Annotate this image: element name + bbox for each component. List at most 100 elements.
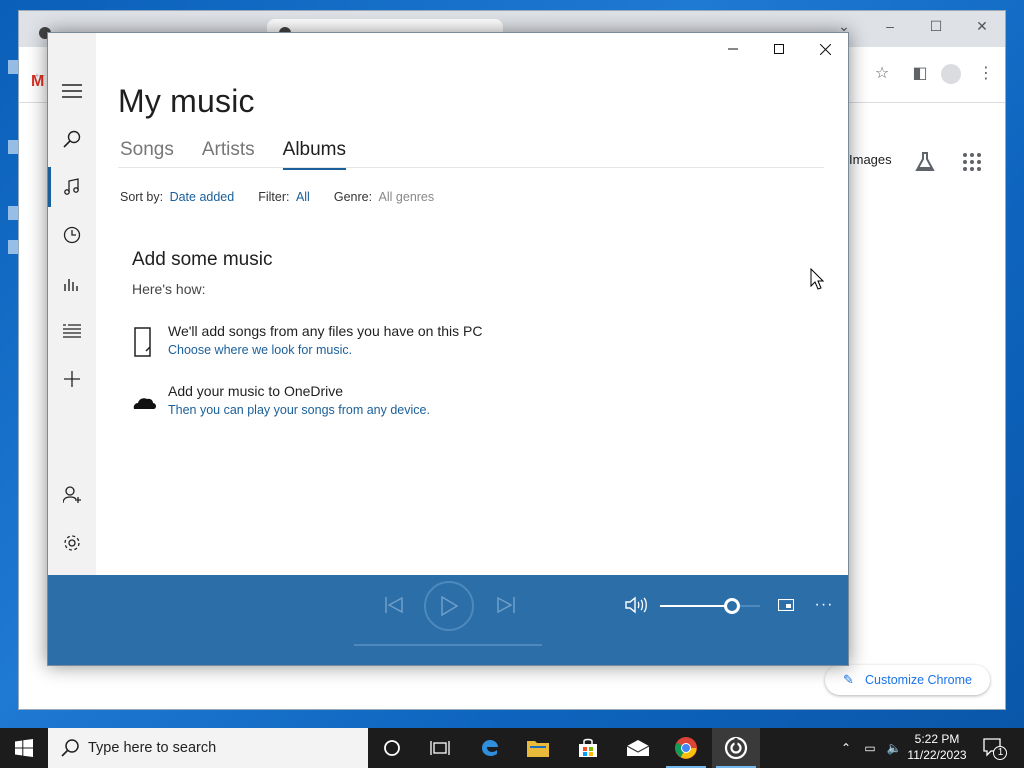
taskbar-search-box[interactable]: Type here to search xyxy=(48,728,368,768)
taskbar-store[interactable] xyxy=(564,728,612,768)
sort-by-label: Sort by: xyxy=(120,190,164,204)
notification-count: 1 xyxy=(997,747,1004,758)
taskbar-mail[interactable] xyxy=(614,728,662,768)
choose-music-folders-link[interactable]: Choose where we look for music. xyxy=(168,343,352,357)
images-link[interactable]: Images xyxy=(849,152,892,167)
sidebar-account-button[interactable] xyxy=(48,471,96,519)
sidebar-add-playlist-button[interactable] xyxy=(48,355,96,403)
show-hidden-icons-chevron-icon[interactable]: ⌃ xyxy=(838,740,854,756)
taskbar: Type here to search ⌃ ▭ 🔈 5:22 PM 11/22/… xyxy=(0,728,1024,768)
chrome-minimize-button[interactable]: – xyxy=(867,11,913,41)
genre-label: Genre: xyxy=(333,190,373,204)
music-note-icon xyxy=(64,178,79,195)
next-button[interactable] xyxy=(490,589,522,621)
profile-avatar-icon[interactable] xyxy=(941,64,961,84)
genre-value[interactable]: All genres xyxy=(379,190,435,204)
search-icon xyxy=(63,130,81,148)
empty-state-title: Add some music xyxy=(132,249,273,270)
filter-bar: Sort by: Date added Filter: All Genre: A… xyxy=(120,190,458,204)
volume-button[interactable] xyxy=(622,591,650,619)
desktop-icon[interactable] xyxy=(8,240,18,254)
customize-chrome-button[interactable]: ✎ Customize Chrome xyxy=(825,665,990,695)
volume-slider[interactable] xyxy=(660,598,760,614)
play-button[interactable] xyxy=(424,581,474,631)
close-button[interactable] xyxy=(802,33,848,65)
groove-music-window: My music Songs Artists Albums Sort by: D… xyxy=(47,32,849,666)
volume-slider-fill xyxy=(660,605,732,607)
empty-item-text: Add your music to OneDrive xyxy=(168,383,344,399)
recent-clock-icon xyxy=(63,226,81,244)
mini-view-button[interactable] xyxy=(772,591,800,619)
more-options-button[interactable]: ··· xyxy=(810,591,838,619)
sort-by-value[interactable]: Date added xyxy=(170,190,235,204)
genre-control[interactable]: Genre: All genres xyxy=(334,190,434,204)
chrome-menu-icon[interactable]: ⋮ xyxy=(975,63,997,85)
gmail-logo-icon[interactable]: M xyxy=(31,73,44,91)
sidebar-item-now-playing[interactable] xyxy=(48,259,96,307)
microsoft-store-bag-icon xyxy=(579,738,597,757)
taskbar-edge[interactable] xyxy=(466,728,514,768)
task-view-icon xyxy=(430,741,450,755)
search-labs-flask-icon[interactable] xyxy=(914,151,936,173)
mail-envelope-icon xyxy=(626,740,650,756)
play-icon xyxy=(441,596,458,616)
page-title: My music xyxy=(118,83,255,119)
sort-by-control[interactable]: Sort by: Date added xyxy=(120,190,234,204)
file-explorer-folder-icon xyxy=(527,741,549,757)
google-apps-icon[interactable] xyxy=(963,153,981,171)
filter-control[interactable]: Filter: All xyxy=(258,190,310,204)
tab-songs[interactable]: Songs xyxy=(120,139,174,167)
now-playing-bars-icon xyxy=(64,279,78,291)
network-icon[interactable]: ▭ xyxy=(862,740,878,756)
volume-icon xyxy=(625,596,647,614)
taskbar-clock[interactable]: 5:22 PM 11/22/2023 xyxy=(902,731,972,763)
previous-track-icon xyxy=(385,597,403,613)
next-track-icon xyxy=(497,597,515,613)
more-dots-icon: ··· xyxy=(814,596,834,613)
windows-logo-icon xyxy=(15,739,33,757)
taskbar-groove-music[interactable] xyxy=(712,728,760,768)
filter-value[interactable]: All xyxy=(296,190,310,204)
groove-title-bar[interactable] xyxy=(96,33,848,65)
sidebar-item-playlists[interactable] xyxy=(48,307,96,355)
chrome-maximize-button[interactable]: ☐ xyxy=(913,11,959,41)
minimize-button[interactable] xyxy=(710,33,756,65)
mouse-cursor-icon xyxy=(810,268,824,290)
onedrive-info-link[interactable]: Then you can play your songs from any de… xyxy=(168,403,430,417)
seek-bar[interactable] xyxy=(354,644,542,646)
start-button[interactable] xyxy=(0,728,48,768)
account-person-icon xyxy=(63,486,81,504)
groove-music-icon xyxy=(724,736,748,760)
action-center-button[interactable]: 1 xyxy=(980,736,1008,762)
chrome-close-button[interactable]: ✕ xyxy=(959,11,1005,41)
cortana-button[interactable] xyxy=(368,728,416,768)
player-bar: ··· xyxy=(48,575,848,665)
sidebar-menu-button[interactable] xyxy=(48,67,96,115)
mini-player-icon xyxy=(778,599,794,611)
sidebar-settings-button[interactable] xyxy=(48,519,96,567)
tab-artists[interactable]: Artists xyxy=(202,139,255,167)
taskbar-search-placeholder: Type here to search xyxy=(88,740,217,756)
maximize-button[interactable] xyxy=(756,33,802,65)
sidebar-item-my-music[interactable] xyxy=(48,163,96,211)
desktop-icon[interactable] xyxy=(8,140,18,154)
task-view-button[interactable] xyxy=(416,728,464,768)
settings-gear-icon xyxy=(64,535,80,551)
tab-albums[interactable]: Albums xyxy=(282,139,347,170)
desktop-icon[interactable] xyxy=(8,206,18,220)
sidebar-item-recent[interactable] xyxy=(48,211,96,259)
desktop-icon[interactable] xyxy=(8,60,18,74)
maximize-icon xyxy=(774,44,784,54)
taskbar-file-explorer[interactable] xyxy=(514,728,562,768)
volume-muted-icon[interactable]: 🔈 xyxy=(886,740,902,756)
side-panel-icon[interactable]: ◧ xyxy=(909,63,931,85)
bookmark-star-icon[interactable]: ☆ xyxy=(871,63,893,85)
tabs-divider xyxy=(118,167,824,168)
previous-button[interactable] xyxy=(378,589,410,621)
cortana-circle-icon xyxy=(384,740,400,756)
onedrive-cloud-icon xyxy=(133,398,156,409)
sidebar-search-button[interactable] xyxy=(48,115,96,163)
taskbar-chrome[interactable] xyxy=(662,728,710,768)
close-icon xyxy=(819,43,831,55)
volume-slider-thumb[interactable] xyxy=(724,598,740,614)
